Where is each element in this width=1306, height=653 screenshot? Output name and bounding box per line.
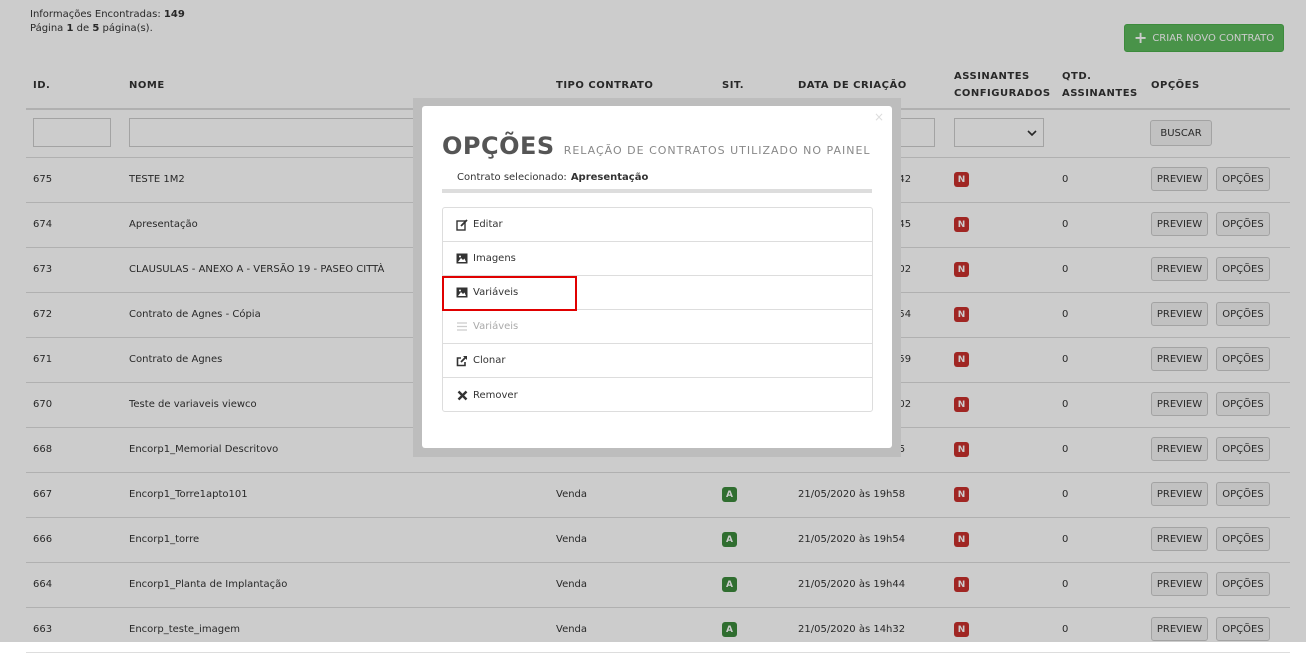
menu-item-editar[interactable]: Editar: [443, 208, 872, 242]
highlight-box: [442, 276, 577, 311]
menu-item-label: Imagens: [473, 253, 516, 264]
menu-item-label: Clonar: [473, 355, 506, 366]
modal-title-text: OPÇÕES: [442, 132, 555, 160]
menu-item-imagens[interactable]: Imagens: [443, 242, 872, 276]
menu-item-variaveis-disabled: Variáveis: [443, 310, 872, 344]
menu-item-label: Variáveis: [473, 321, 519, 332]
image-icon: [456, 253, 468, 265]
edit-icon: [456, 218, 468, 231]
selected-label: Contrato selecionado:: [457, 171, 567, 183]
remove-icon: [456, 389, 468, 401]
selected-value: Apresentação: [570, 171, 649, 183]
share-icon: [456, 355, 468, 367]
selected-contract: Contrato selecionado: Apresentação: [442, 165, 872, 193]
menu-item-label: Remover: [473, 389, 518, 401]
list-icon: [456, 321, 468, 333]
modal-subtitle: RELAÇÃO DE CONTRATOS UTILIZADO NO PAINEL: [563, 144, 871, 157]
menu-item-label: Editar: [473, 219, 503, 230]
close-icon[interactable]: ×: [874, 110, 884, 124]
menu-item-remover[interactable]: Remover: [443, 378, 872, 412]
menu-item-clonar[interactable]: Clonar: [443, 344, 872, 378]
modal-title: OPÇÕES RELAÇÃO DE CONTRATOS UTILIZADO NO…: [442, 132, 871, 160]
